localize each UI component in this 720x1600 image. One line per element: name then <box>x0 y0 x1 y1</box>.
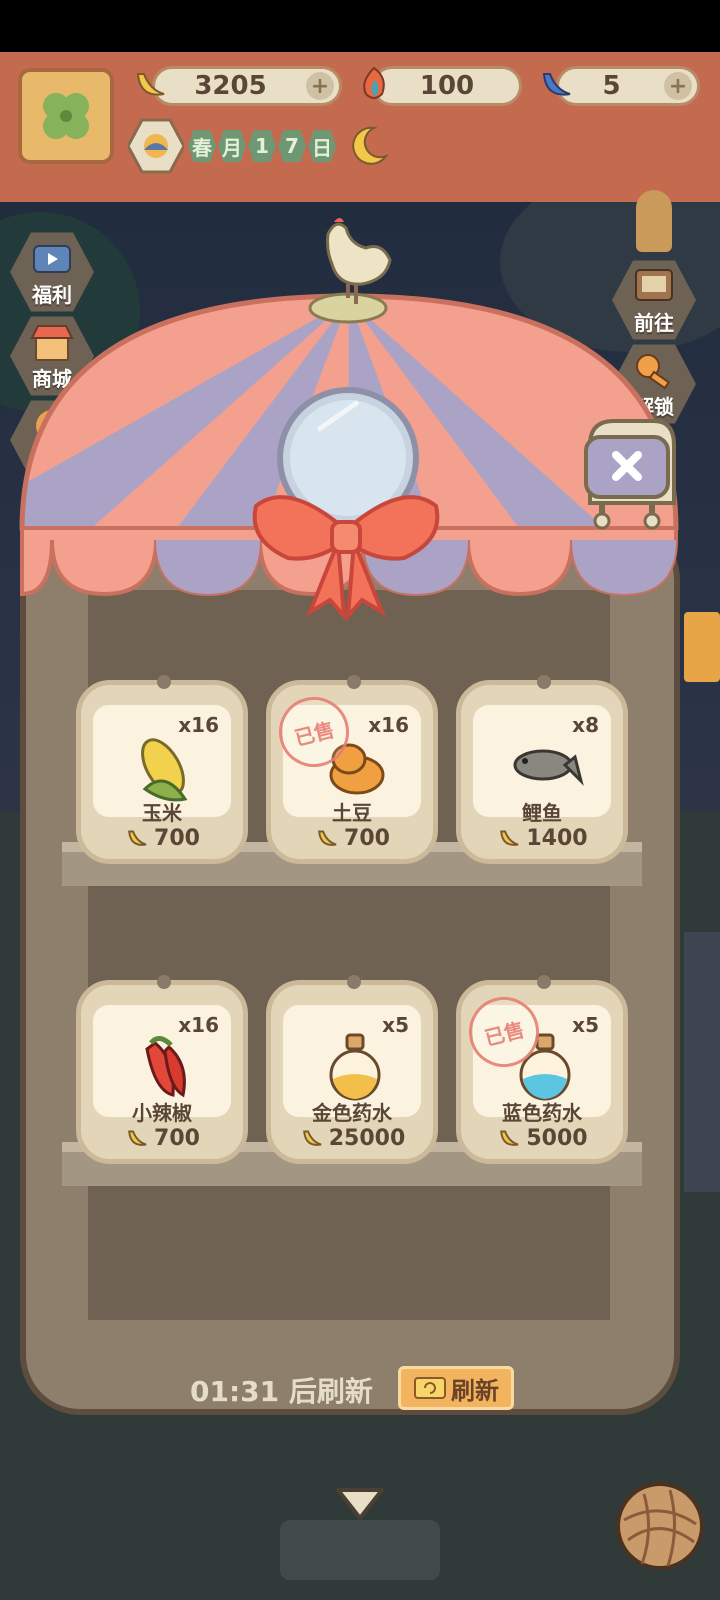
item-price: 700 <box>271 825 433 851</box>
building-side <box>684 932 720 1192</box>
price-value: 700 <box>344 825 390 851</box>
shop-item-card[interactable]: x5 金色药水 25000 <box>266 975 438 1164</box>
yarn-ball-icon[interactable] <box>614 1480 706 1572</box>
topbar-scallop <box>0 170 720 195</box>
banana-icon <box>136 73 165 96</box>
add-blue-banana-button[interactable]: + <box>664 72 692 100</box>
banana-icon <box>318 830 337 846</box>
pin-icon <box>537 675 551 689</box>
moon-night-icon <box>352 126 389 165</box>
date-char: 1 <box>248 130 276 162</box>
date-char: 日 <box>308 130 336 162</box>
lit-window <box>684 612 720 682</box>
calendar-date: 春 月 1 7 日 <box>128 118 392 174</box>
date-char: 7 <box>278 130 306 162</box>
item-price: 25000 <box>271 1125 433 1151</box>
pepper-currency: 100 <box>372 66 522 106</box>
item-quantity: x16 <box>178 1013 219 1037</box>
banana-icon <box>302 1130 322 1146</box>
date-char: 春 <box>188 130 216 162</box>
item-price: 5000 <box>461 1125 623 1151</box>
banana-currency: 3205 + <box>152 66 342 106</box>
shop-item-card[interactable]: x16 小辣椒 700 <box>76 975 248 1164</box>
price-value: 25000 <box>328 1125 406 1151</box>
rooster-weathervane-icon <box>326 218 392 304</box>
item-price: 1400 <box>461 825 623 851</box>
item-quantity: x5 <box>382 1013 409 1037</box>
price-value: 5000 <box>526 1125 588 1151</box>
item-quantity: x8 <box>572 713 599 737</box>
pin-icon <box>347 675 361 689</box>
refresh-row: 01:31 后刷新 刷新 <box>0 1366 720 1416</box>
blue-banana-icon <box>542 73 571 96</box>
fire-pepper-icon <box>363 66 385 99</box>
item-quantity: x16 <box>368 713 409 737</box>
status-bar <box>0 0 720 52</box>
item-name: 金色药水 <box>312 1101 392 1125</box>
banana-icon <box>128 1130 147 1146</box>
price-value: 700 <box>154 1125 200 1151</box>
item-name: 土豆 <box>332 801 372 825</box>
add-banana-button[interactable]: + <box>306 72 334 100</box>
price-value: 1400 <box>526 825 588 851</box>
item-name: 玉米 <box>142 801 182 825</box>
item-quantity: x16 <box>178 713 219 737</box>
banana-icon <box>128 830 147 846</box>
pin-icon <box>537 975 551 989</box>
pin-icon <box>347 975 361 989</box>
blue-banana-currency: 5 + <box>556 66 700 106</box>
shop-item-card[interactable]: x16 玉米 700 <box>76 675 248 864</box>
collapse-arrow-icon[interactable] <box>334 1484 386 1524</box>
shop-item-card[interactable]: x16 已售 土豆 700 <box>266 675 438 864</box>
clover-icon <box>43 93 89 139</box>
item-name: 蓝色药水 <box>502 1101 582 1125</box>
refresh-label: 刷新 <box>451 1376 499 1405</box>
banana-icon <box>500 1130 519 1146</box>
item-price: 700 <box>81 1125 243 1151</box>
refresh-timer: 01:31 后刷新 <box>190 1375 373 1408</box>
pepper-count: 100 <box>419 71 475 101</box>
item-quantity: x5 <box>572 1013 599 1037</box>
pin-icon <box>157 675 171 689</box>
price-value: 700 <box>154 825 200 851</box>
shop-item-card[interactable]: x5 已售 蓝色药水 5000 <box>456 975 628 1164</box>
date-char: 月 <box>218 130 246 162</box>
item-name: 鲤鱼 <box>522 801 562 825</box>
season-hex-icon <box>128 118 184 174</box>
close-button[interactable] <box>580 415 680 531</box>
item-name: 小辣椒 <box>132 1101 192 1125</box>
item-price: 700 <box>81 825 243 851</box>
shop-item-card[interactable]: x8 鲤鱼 1400 <box>456 675 628 864</box>
banana-icon <box>500 830 519 846</box>
refresh-button[interactable]: 刷新 <box>398 1366 514 1410</box>
ribbon-bow-icon <box>252 495 440 620</box>
path-stone <box>280 1520 440 1580</box>
refresh-ticket-icon <box>414 1377 446 1399</box>
pin-icon <box>157 975 171 989</box>
profile-avatar[interactable] <box>18 68 114 164</box>
banana-count: 3205 <box>194 71 267 101</box>
